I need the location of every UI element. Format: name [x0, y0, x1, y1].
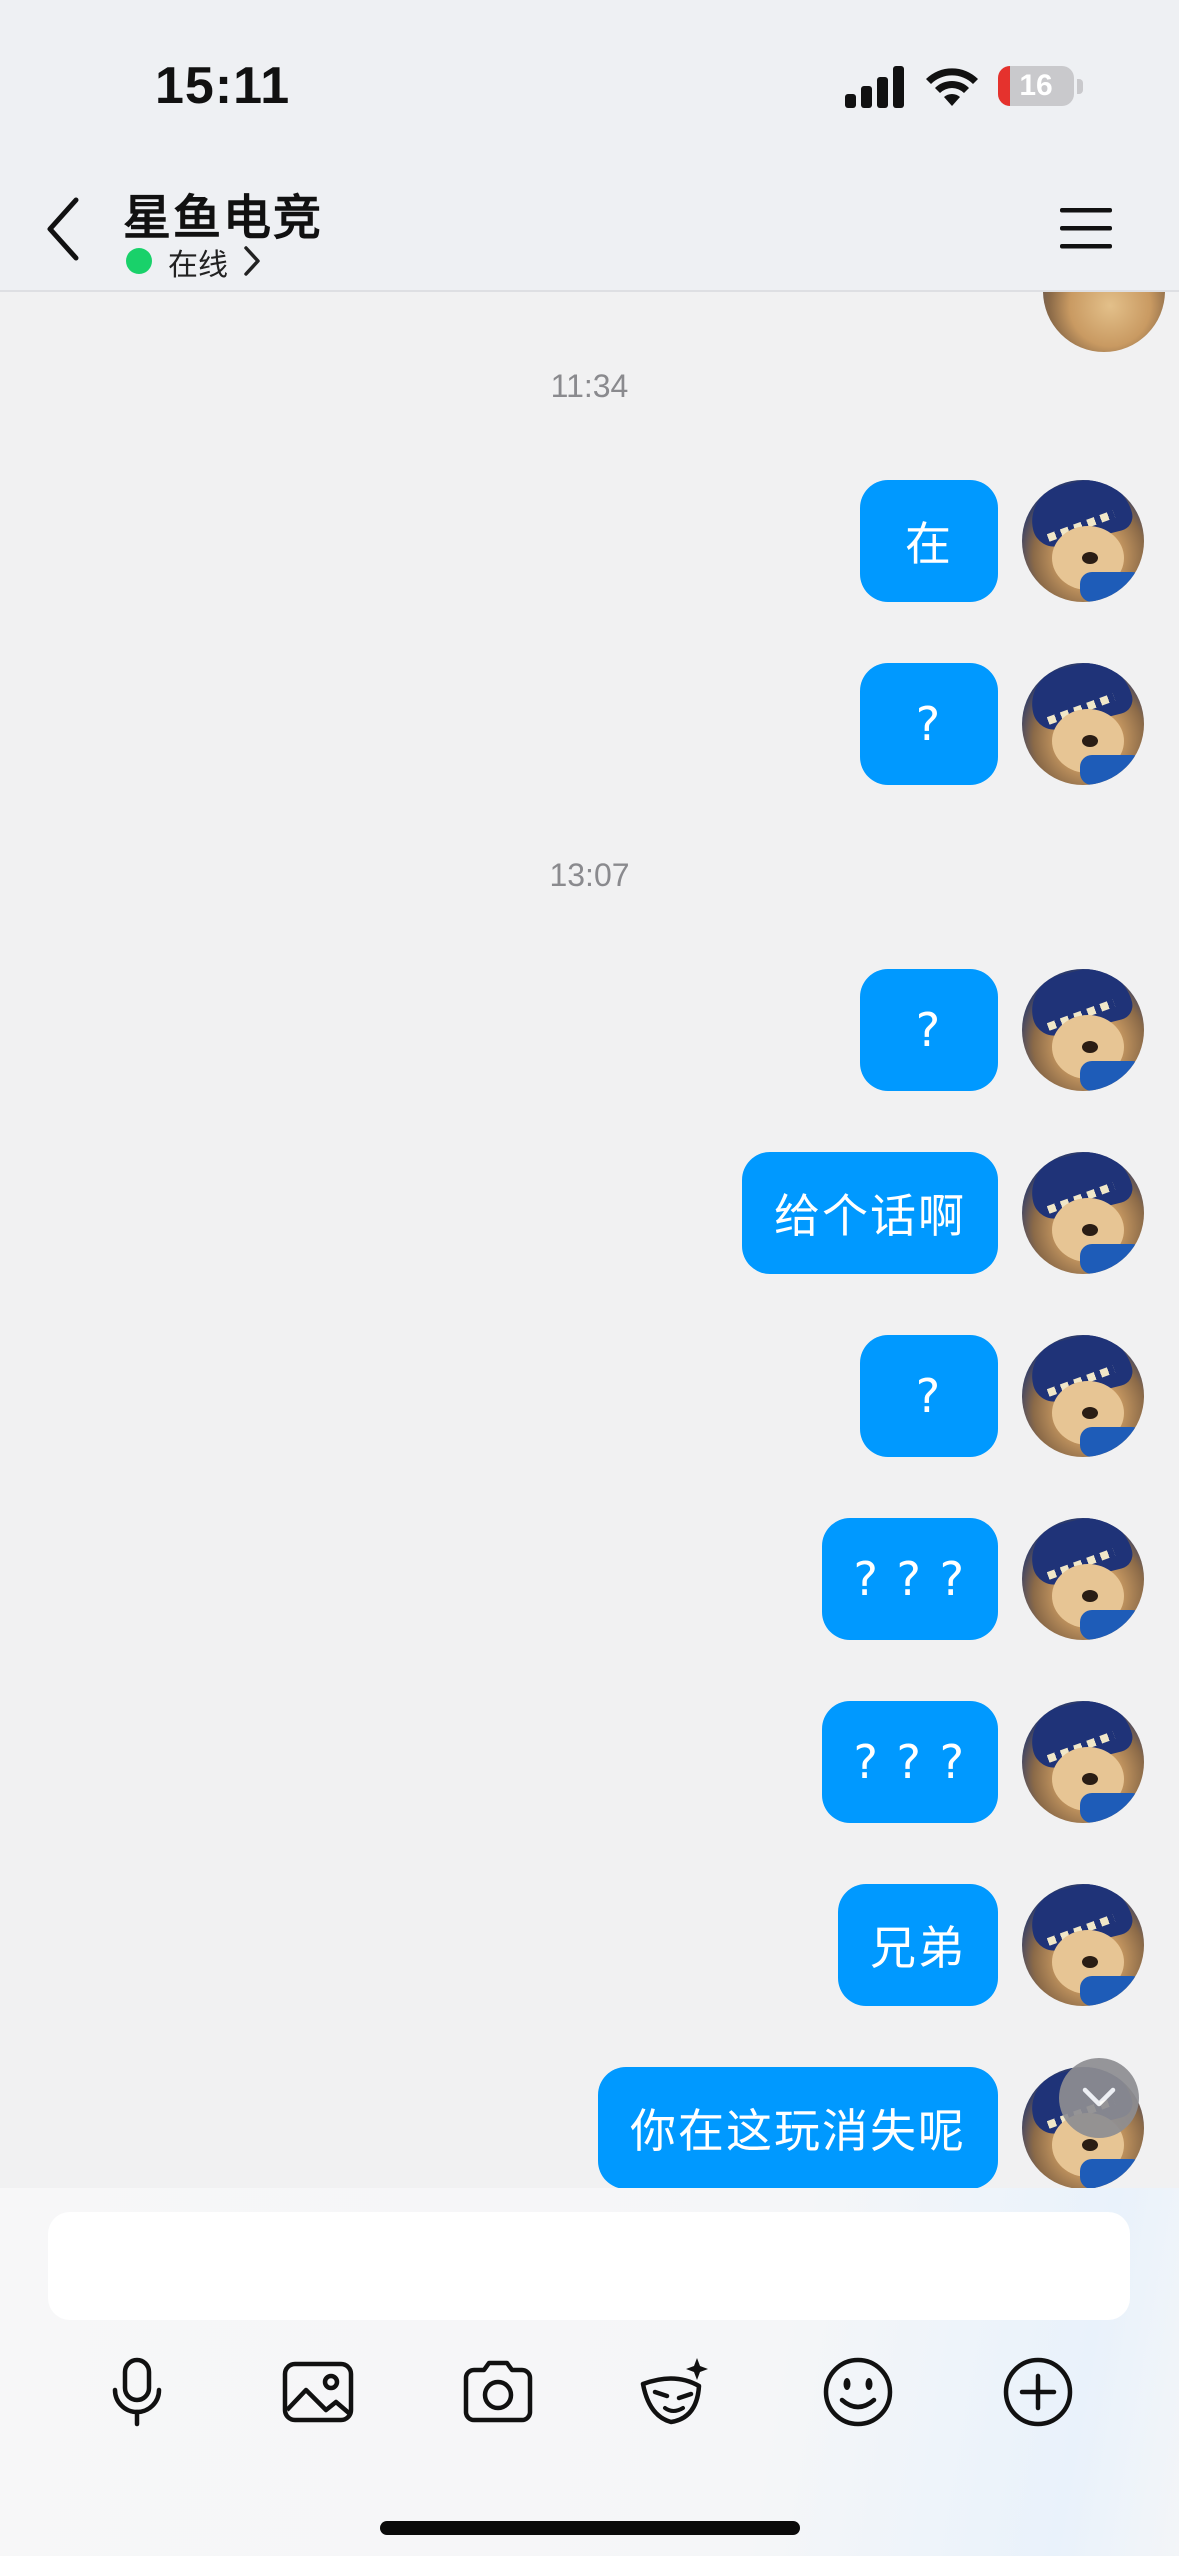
message-bubble[interactable]: ? [860, 663, 998, 785]
message-row: 给个话啊 [742, 1152, 1144, 1274]
message-bubble[interactable]: 给个话啊 [742, 1152, 998, 1274]
online-status-dot [126, 248, 152, 274]
microphone-icon[interactable] [97, 2352, 177, 2432]
avatar[interactable] [1022, 1701, 1144, 1823]
chevron-down-icon [1082, 2087, 1116, 2107]
avatar[interactable] [1022, 1518, 1144, 1640]
message-list[interactable]: 11:34 在 ? 13:07 ? 给个话啊 ? ? ? ? ? ? ? 兄弟 … [0, 292, 1179, 2188]
wifi-icon [926, 68, 978, 106]
image-icon[interactable] [278, 2352, 358, 2432]
avatar[interactable] [1022, 1152, 1144, 1274]
message-row: ? [860, 1335, 1144, 1457]
battery-level: 16 [1019, 69, 1053, 102]
avatar[interactable] [1022, 663, 1144, 785]
message-bubble[interactable]: ? [860, 1335, 998, 1457]
message-bubble[interactable]: ? [860, 969, 998, 1091]
message-row: ? [860, 969, 1144, 1091]
avatar[interactable] [1043, 292, 1165, 352]
message-input[interactable] [48, 2212, 1130, 2320]
status-time: 15:11 [155, 57, 291, 115]
status-bar: 15:11 16 [0, 0, 1179, 170]
online-status-text[interactable]: 在线 [168, 240, 228, 284]
menu-icon[interactable] [1058, 204, 1114, 252]
chevron-right-icon[interactable] [242, 244, 262, 278]
emoji-icon[interactable] [818, 2352, 898, 2432]
avatar[interactable] [1022, 1335, 1144, 1457]
cellular-signal-icon [845, 66, 907, 108]
message-bubble[interactable]: 你在这玩消失呢 [598, 2067, 998, 2188]
scroll-to-bottom-button[interactable] [1059, 2058, 1139, 2138]
message-row: 兄弟 [838, 1884, 1144, 2006]
message-bubble[interactable]: ? ? ? [821, 1518, 998, 1640]
message-bubble[interactable]: 兄弟 [838, 1884, 998, 2006]
message-composer [0, 2188, 1179, 2556]
message-row: ? [860, 663, 1144, 785]
chat-header: 星鱼电竞 在线 [0, 170, 1179, 292]
home-indicator[interactable] [380, 2521, 800, 2535]
message-bubble[interactable]: 在 [860, 480, 998, 602]
chat-title[interactable]: 星鱼电竞 [123, 178, 323, 248]
message-bubble[interactable]: ? ? ? [821, 1701, 998, 1823]
message-row: ? ? ? [821, 1518, 1144, 1640]
message-timestamp: 11:34 [550, 368, 629, 404]
avatar[interactable] [1022, 480, 1144, 602]
avatar[interactable] [1022, 1884, 1144, 2006]
plus-icon[interactable] [998, 2352, 1078, 2432]
avatar[interactable] [1022, 969, 1144, 1091]
battery-tip [1077, 79, 1083, 94]
sticker-icon[interactable] [635, 2352, 715, 2432]
message-timestamp: 13:07 [549, 857, 630, 893]
message-row: ? ? ? [821, 1701, 1144, 1823]
message-row: 在 [860, 480, 1144, 602]
back-arrow-icon[interactable] [40, 194, 88, 264]
camera-icon[interactable] [458, 2352, 538, 2432]
battery-icon: 16 [998, 66, 1074, 106]
